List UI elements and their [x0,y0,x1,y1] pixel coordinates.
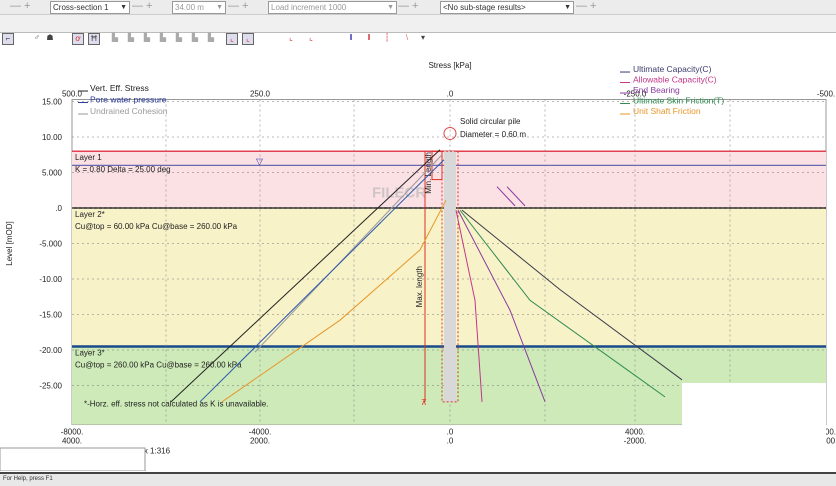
cross-section-stepper[interactable]: — + [132,0,152,13]
length-stepper[interactable]: — + [228,0,248,13]
top-x-tick-label: -500. [817,90,835,99]
y-tick-label: 5.000 [42,169,63,178]
y-axis-label: Level [mOD] [5,221,14,265]
bottom-x-tick-label: .0 [447,428,454,437]
bottom-x-tick-label-2: 2000. [250,437,270,446]
bottom-x-tick-label: -8000. [61,428,84,437]
blank-panel [0,447,146,471]
blank-panel [682,383,826,471]
bottom-x-tick-label: 4000. [625,428,645,437]
bottom-x-tick-label-2: 4000. [62,437,82,446]
decrement-button[interactable]: — + [10,0,30,13]
chevron-down-icon: ▼ [216,4,223,11]
pile-shaft [444,151,456,402]
y-tick-label: 15.00 [42,98,63,107]
y-tick-label: -15.00 [39,311,62,320]
layer-name: Layer 1 [75,153,102,162]
water-table-icon: ▽ [256,156,263,166]
legend-right-item: Allowable Capacity(C) [633,75,717,85]
y-tick-label: -25.00 [39,382,62,391]
legend-right-item: Ultimate Capacity(C) [633,64,712,74]
toolbar-top: — + Cross-section 1 ▼ — + 34.00 m ▼ — + Lo… [0,0,836,15]
bottom-x-tick-label-2: .0 [447,437,454,446]
bottom-x-tick-label: -4000. [249,428,272,437]
cross-section-select[interactable]: Cross-section 1 ▼ [50,1,130,14]
y-tick-label: -20.00 [39,346,62,355]
substage-value: <No sub-stage results> [443,3,526,12]
y-tick-label: -5.000 [39,240,62,249]
load-increment-stepper[interactable]: — + [398,0,418,13]
watermark: FILECR [372,184,426,201]
layer-name: Layer 3* [75,348,105,357]
length-value: 34.00 m [175,3,204,12]
legend-right-item: Ultimate Skin Friction(T) [633,96,724,106]
legend-left-item: Vert. Eff. Stress [90,83,149,93]
legend-right-item: Unit Shaft Friction [633,106,701,116]
pile-chart: Layer 1 K = 0.80 Delta = 25.00 deg Layer 2… [0,61,836,471]
y-tick-label: -10.00 [39,275,62,284]
substage-select[interactable]: <No sub-stage results> ▼ [440,1,574,14]
length-select[interactable]: 34.00 m ▼ [172,1,226,14]
chevron-down-icon: ▼ [564,4,571,11]
top-x-tick-label: 250.0 [250,90,271,99]
toolbar-icons: ⌐ ♂ ☗ ơ Ħ ▙ ▙ ▙ ▙ ▙ ▙ ▙ ⌞ ⌞ ⌞ ⌞ ‖ ‖ ┆ ⧵ … [0,15,836,45]
y-tick-label: 10.00 [42,133,63,142]
max-length-label: Max. length [415,266,424,307]
chevron-down-icon: ▼ [120,4,127,11]
top-x-tick-label: .0 [447,90,454,99]
legend-left-item: Pore water pressure [90,95,167,105]
layer-description: K = 0.80 Delta = 25.00 deg [75,165,171,174]
load-increment-value: Load increment 1000 [271,3,347,12]
legend-left-item: Undrained Cohesion [90,106,168,116]
y-tick-label: .0 [55,204,62,213]
layer-description: Cu@top = 60.00 kPa Cu@base = 260.00 kPa [75,222,238,231]
chevron-down-icon: ▼ [387,4,394,11]
pile-diameter-label: Diameter = 0.60 m [460,130,526,139]
cross-section-value: Cross-section 1 [53,3,109,12]
legend-right-item: End Bearing [633,85,680,95]
layer-name: Layer 2* [75,210,105,219]
pile-type-label: Solid circular pile [460,117,521,126]
footnote: *-Horz. eff. stress not calculated as K … [84,399,268,408]
bottom-x-tick-label-2: -2000. [624,437,647,446]
chart-title: Stress [kPa] [428,61,471,70]
load-increment-select[interactable]: Load increment 1000 ▼ [268,1,397,14]
status-help-text: For Help, press F1 [3,476,53,482]
pile-toe-marker: ⊼ [421,398,427,407]
substage-stepper[interactable]: — + [576,0,596,13]
layer-description: Cu@top = 260.00 kPa Cu@base = 260.00 kPa [75,360,242,369]
